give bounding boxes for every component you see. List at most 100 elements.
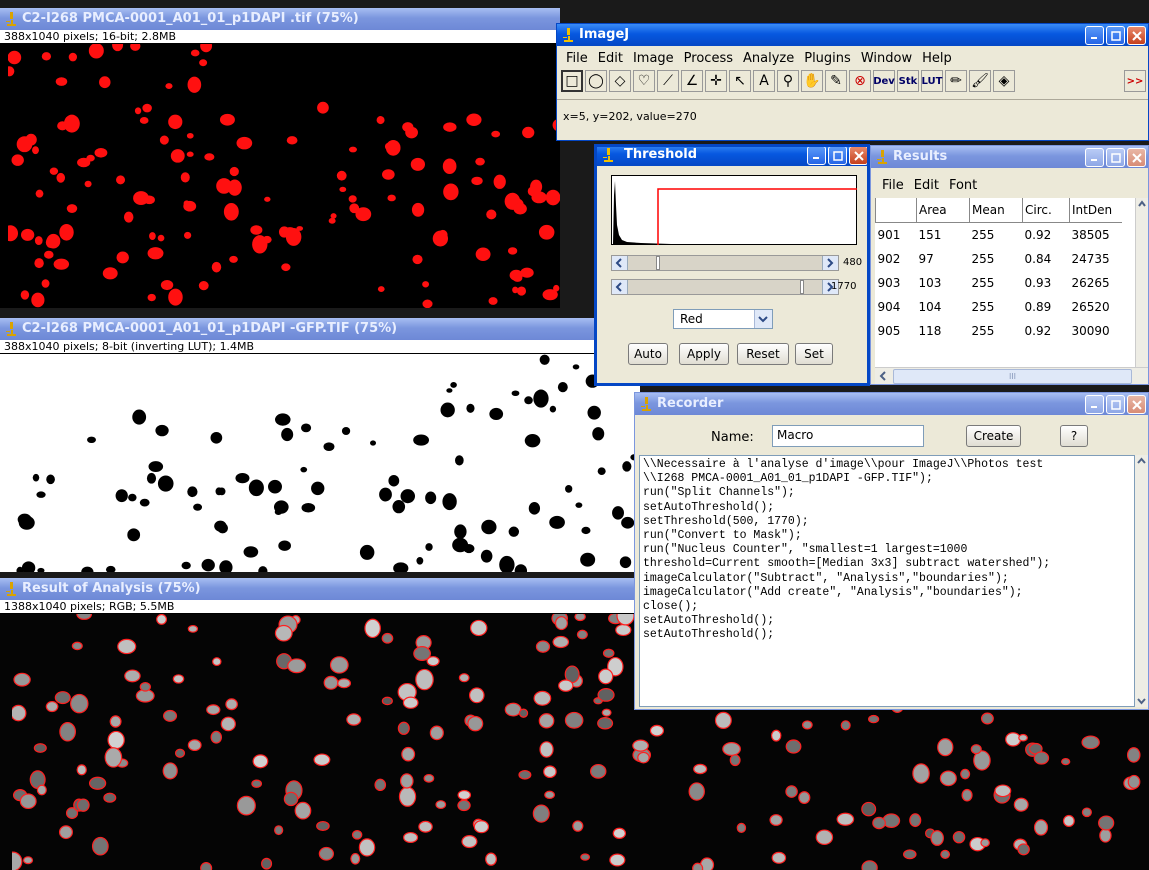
table-row[interactable]: 902 97 255 0.84 24735 — [876, 247, 1123, 271]
auto-button[interactable]: Auto — [628, 343, 668, 365]
slider-left-arrow[interactable] — [612, 256, 628, 270]
slider-right-arrow[interactable] — [822, 256, 838, 270]
detected-nucleus — [346, 713, 362, 726]
lut-tool-button[interactable]: LUT — [921, 70, 943, 92]
color-mode-select[interactable]: Red — [673, 309, 773, 329]
rectangle-tool-button[interactable]: □ — [561, 70, 583, 92]
table-row[interactable]: 903 103 255 0.93 26265 — [876, 271, 1123, 295]
create-button[interactable]: Create — [966, 425, 1021, 447]
results-vertical-scrollbar[interactable] — [1135, 198, 1148, 370]
menu-file[interactable]: File — [561, 49, 593, 69]
more-tools-button[interactable]: >> — [1124, 70, 1146, 92]
scroll-thumb[interactable]: III — [893, 369, 1132, 384]
close-button[interactable] — [1127, 148, 1146, 167]
menu-edit[interactable]: Edit — [593, 49, 628, 69]
flood-fill-tool-button[interactable]: ◈ — [993, 70, 1015, 92]
menu-process[interactable]: Process — [679, 49, 738, 69]
threshold-window[interactable]: Threshold 480 1770 Red Auto Apply Reset … — [594, 144, 870, 386]
macro-text-area[interactable]: \\Necessaire à l'analyse d'image\\pour I… — [639, 455, 1135, 707]
maximize-button[interactable] — [1106, 148, 1125, 167]
nucleus-mask-blob — [553, 284, 560, 292]
column-header[interactable]: Circ. — [1022, 198, 1070, 223]
slider-left-arrow[interactable] — [612, 280, 628, 294]
help-button[interactable]: ? — [1060, 425, 1088, 447]
magnifier-tool-button[interactable]: ⚲ — [777, 70, 799, 92]
nucleus-mask-blob — [147, 293, 156, 302]
menu-image[interactable]: Image — [628, 49, 679, 69]
column-header[interactable]: Mean — [969, 198, 1023, 223]
pencil-tool-button[interactable]: ✏ — [945, 70, 967, 92]
dropper-tool-button[interactable]: ✎ — [825, 70, 847, 92]
close-button[interactable] — [849, 147, 867, 165]
column-header[interactable]: IntDen — [1069, 198, 1122, 223]
stop-tool-button[interactable]: ⊗ — [849, 70, 871, 92]
gfp-binary-mask-canvas[interactable] — [10, 354, 640, 572]
dapi-red-mask-canvas[interactable] — [8, 44, 560, 308]
dapi-image-window[interactable]: C2-I268 PMCA-0001_A01_01_p1DAPI .tif (75… — [0, 8, 560, 308]
apply-button[interactable]: Apply — [679, 343, 729, 365]
detected-nucleus — [71, 641, 83, 651]
maximize-button[interactable] — [828, 147, 847, 165]
gfp-window-titlebar[interactable]: C2-I268 PMCA-0001_A01_01_p1DAPI -GFP.TIF… — [0, 318, 640, 340]
macro-name-field[interactable]: Macro — [772, 425, 924, 447]
recorder-vertical-scrollbar[interactable] — [1135, 455, 1148, 707]
text-tool-button[interactable]: A — [753, 70, 775, 92]
maximize-button[interactable] — [1106, 395, 1125, 414]
imagej-main-window[interactable]: ImageJ File Edit Image Process Analyze Plugin… — [556, 23, 1149, 141]
set-button[interactable]: Set — [795, 343, 833, 365]
min-slider-thumb[interactable] — [656, 256, 660, 270]
table-row[interactable]: 901 151 255 0.92 38505 — [876, 223, 1123, 248]
minimize-button[interactable] — [1085, 395, 1104, 414]
results-menu-file[interactable]: File — [877, 176, 909, 196]
recorder-window[interactable]: Recorder Name: Macro Create ? \\Necessai… — [634, 392, 1149, 710]
hand-icon: ✋ — [803, 73, 821, 89]
table-cell: 26520 — [1071, 300, 1110, 314]
results-menu-font[interactable]: Font — [944, 176, 982, 196]
dropdown-button[interactable] — [754, 310, 772, 328]
angle-tool-button[interactable]: ∠ — [681, 70, 703, 92]
close-button[interactable] — [1127, 395, 1146, 414]
stk-tool-button[interactable]: Stk — [897, 70, 919, 92]
menu-window[interactable]: Window — [856, 49, 917, 69]
menu-help[interactable]: Help — [917, 49, 957, 69]
min-threshold-slider[interactable] — [611, 255, 839, 271]
column-header[interactable]: Area — [916, 198, 970, 223]
brush-tool-button[interactable]: 🖌 — [969, 70, 991, 92]
column-header[interactable] — [875, 198, 917, 223]
reset-button[interactable]: Reset — [737, 343, 789, 365]
minimize-button[interactable] — [807, 147, 826, 165]
results-window[interactable]: Results File Edit Font Area Mean Circ. IntDen… — [870, 145, 1149, 385]
maximize-button[interactable] — [1106, 26, 1125, 45]
oval-tool-button[interactable]: ◯ — [585, 70, 607, 92]
gfp-mask-window[interactable]: C2-I268 PMCA-0001_A01_01_p1DAPI -GFP.TIF… — [0, 318, 640, 572]
close-button[interactable] — [1127, 26, 1146, 45]
table-row[interactable]: 905 118 255 0.92 30090 — [876, 319, 1123, 343]
threshold-titlebar[interactable]: Threshold — [597, 147, 867, 166]
menu-analyze[interactable]: Analyze — [738, 49, 799, 69]
wand-icon: ↖ — [734, 73, 746, 89]
hand-tool-button[interactable]: ✋ — [801, 70, 823, 92]
results-titlebar[interactable]: Results — [871, 146, 1148, 168]
max-threshold-slider[interactable] — [611, 279, 839, 295]
results-menu-edit[interactable]: Edit — [909, 176, 944, 196]
table-row[interactable]: 904 104 255 0.89 26520 — [876, 295, 1123, 319]
results-horizontal-scrollbar[interactable]: III — [875, 367, 1148, 384]
imagej-titlebar[interactable]: ImageJ — [557, 24, 1148, 46]
point-tool-button[interactable]: ✛ — [705, 70, 727, 92]
freehand-tool-button[interactable]: ♡ — [633, 70, 655, 92]
polygon-tool-button[interactable]: ◇ — [609, 70, 631, 92]
nucleus-mask-blob — [466, 403, 475, 413]
minimize-button[interactable] — [1085, 148, 1104, 167]
line-tool-button[interactable]: ⟋ — [657, 70, 679, 92]
minimize-button[interactable] — [1085, 26, 1104, 45]
max-slider-thumb[interactable] — [800, 280, 804, 294]
wand-tool-button[interactable]: ↖ — [729, 70, 751, 92]
dev-tool-button[interactable]: Dev — [873, 70, 895, 92]
detected-nucleus — [107, 730, 125, 750]
nucleus-mask-blob — [466, 113, 482, 126]
menu-plugins[interactable]: Plugins — [799, 49, 856, 69]
maximize-icon — [1110, 30, 1121, 41]
recorder-titlebar[interactable]: Recorder — [635, 393, 1148, 415]
dapi-window-titlebar[interactable]: C2-I268 PMCA-0001_A01_01_p1DAPI .tif (75… — [0, 8, 560, 30]
detected-nucleus — [912, 763, 930, 784]
